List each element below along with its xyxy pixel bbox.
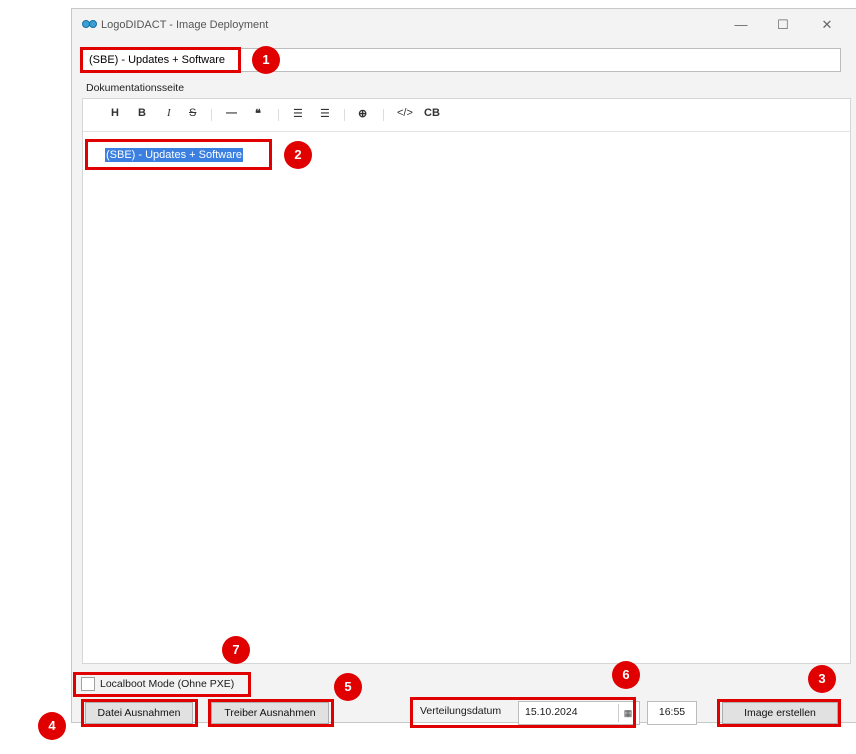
app-window: LogoDIDACT - Image Deployment — ☐ ✕ Doku… xyxy=(71,8,856,725)
callout-badge-5: 5 xyxy=(334,673,362,701)
bullet-list-button[interactable]: ☰ xyxy=(293,107,303,120)
callout-box-1 xyxy=(80,47,241,73)
callout-badge-7: 7 xyxy=(222,636,250,664)
code-block-button[interactable]: CB xyxy=(424,107,440,119)
callout-box-7 xyxy=(73,672,251,697)
documentation-label: Dokumentationsseite xyxy=(86,82,185,94)
callout-box-5 xyxy=(208,699,334,727)
window-title: LogoDIDACT - Image Deployment xyxy=(101,19,269,31)
numbered-list-button[interactable]: ☰ xyxy=(320,107,330,120)
callout-box-3 xyxy=(717,699,841,727)
code-button[interactable]: </> xyxy=(397,107,413,119)
bold-button[interactable]: B xyxy=(138,107,146,119)
quote-button[interactable]: ❝ xyxy=(255,107,261,120)
callout-badge-3: 3 xyxy=(808,665,836,693)
deployment-time-input[interactable]: 16:55 xyxy=(647,701,697,725)
toolbar-divider xyxy=(211,109,212,121)
strikethrough-button[interactable]: S xyxy=(189,107,196,119)
callout-box-4 xyxy=(81,699,198,727)
editor-toolbar: H B I S — ❝ ☰ ☰ ⊕ </> CB xyxy=(83,99,850,132)
callout-box-6 xyxy=(410,697,636,728)
callout-badge-2: 2 xyxy=(284,141,312,169)
callout-badge-6: 6 xyxy=(612,661,640,689)
markdown-editor[interactable]: H B I S — ❝ ☰ ☰ ⊕ </> CB (SBE) - Updates… xyxy=(82,98,851,664)
toolbar-divider xyxy=(278,109,279,121)
toolbar-divider xyxy=(344,109,345,121)
callout-badge-4: 4 xyxy=(38,712,66,740)
callout-box-2 xyxy=(85,139,272,170)
heading-button[interactable]: H xyxy=(111,107,119,119)
callout-badge-1: 1 xyxy=(252,46,280,74)
horizontal-rule-button[interactable]: — xyxy=(226,107,237,119)
app-logo-icon xyxy=(82,20,97,29)
link-button[interactable]: ⊕ xyxy=(358,107,367,120)
maximize-button[interactable]: ☐ xyxy=(770,15,796,35)
close-button[interactable]: ✕ xyxy=(814,15,840,35)
minimize-button[interactable]: — xyxy=(728,15,754,35)
italic-button[interactable]: I xyxy=(167,107,171,119)
title-bar: LogoDIDACT - Image Deployment — ☐ ✕ xyxy=(72,9,856,41)
toolbar-divider xyxy=(383,109,384,121)
